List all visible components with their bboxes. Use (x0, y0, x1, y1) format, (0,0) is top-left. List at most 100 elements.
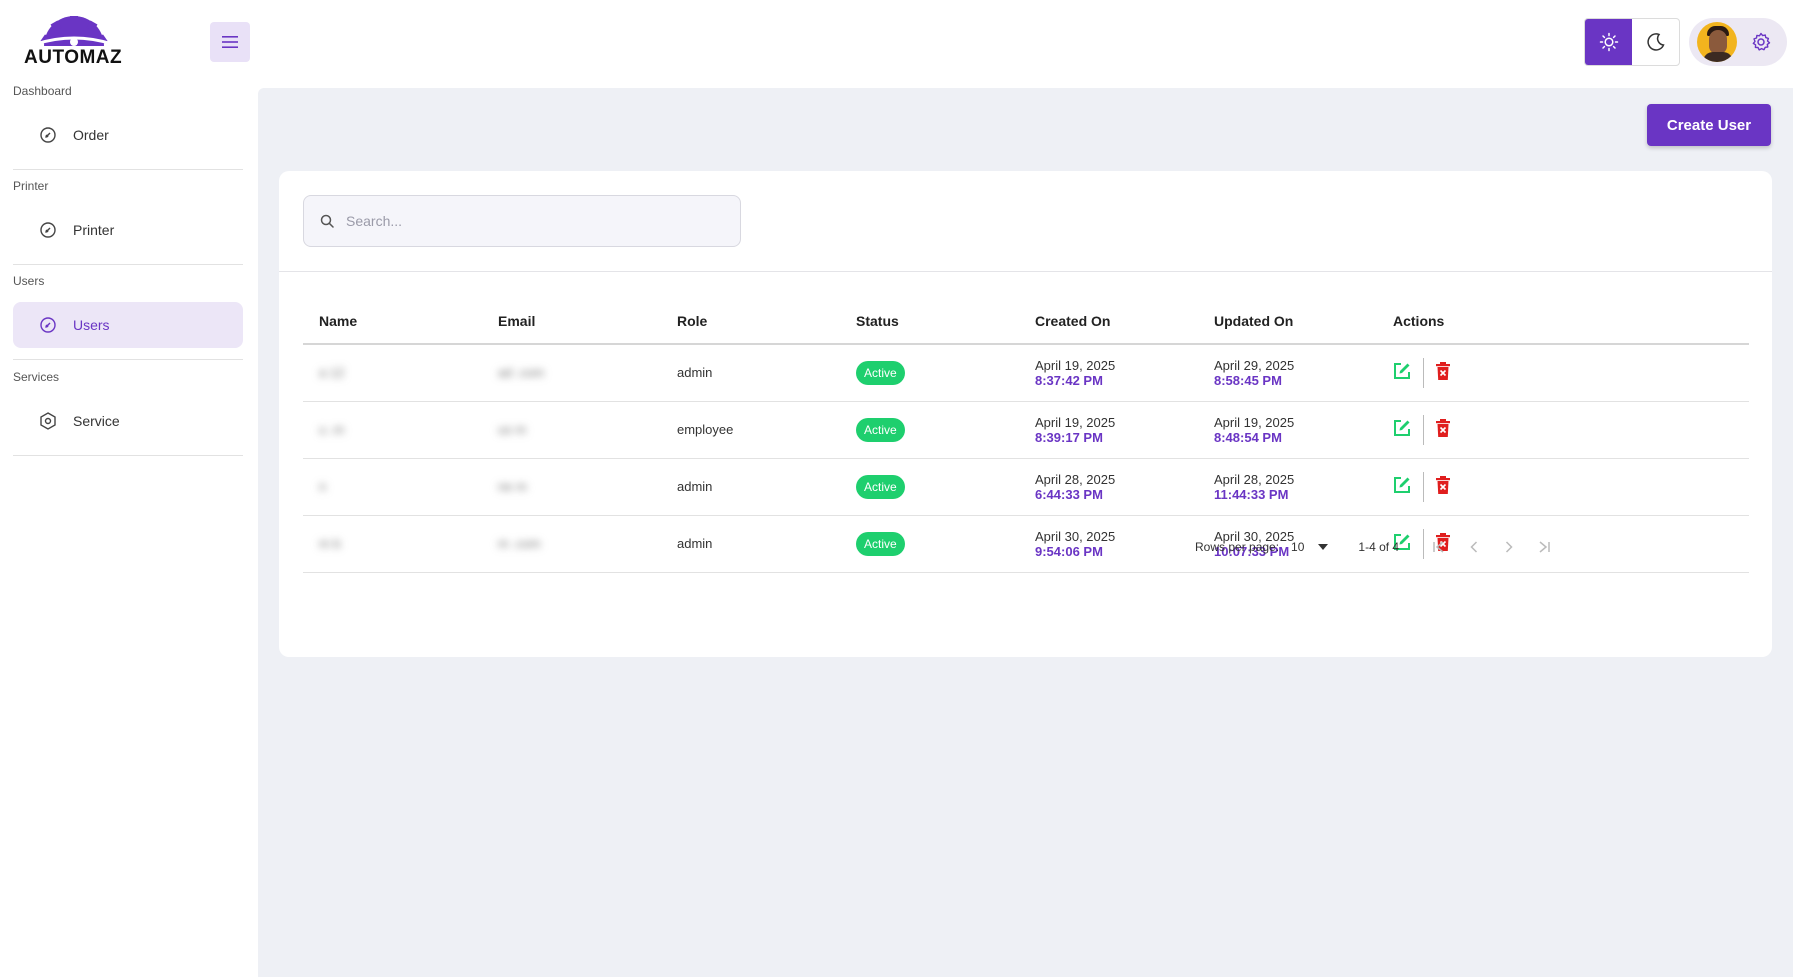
table-row: n ne m admin Active April 28, 2025 6:44:3… (303, 458, 1749, 516)
row-actions (1377, 401, 1749, 459)
user-role: admin (661, 344, 840, 402)
previous-page-button[interactable] (1456, 540, 1491, 554)
section-label: Printer (13, 179, 49, 193)
delete-button[interactable] (1436, 476, 1450, 497)
user-role: employee (661, 401, 840, 459)
sidebar: AUTOMAZ Dashboard Order Printer Printer … (0, 0, 258, 977)
column-header-created-on[interactable]: Created On (1019, 299, 1198, 345)
moon-icon (1646, 33, 1665, 51)
avatar[interactable] (1697, 22, 1737, 62)
sidebar-item-label: Service (73, 413, 120, 429)
sidebar-item-service[interactable]: Service (13, 398, 243, 444)
divider (279, 271, 1772, 272)
column-header-status[interactable]: Status (840, 299, 1019, 345)
created-on: April 30, 2025 9:54:06 PM (1019, 515, 1198, 573)
last-page-button[interactable] (1526, 540, 1561, 554)
nav-section-dashboard: Dashboard Order (13, 84, 243, 158)
user-status: Active (840, 515, 1019, 573)
page-range: 1-4 of 4 (1358, 540, 1400, 554)
edit-button[interactable] (1393, 476, 1411, 497)
rows-per-page-select[interactable]: 10 (1291, 540, 1329, 554)
gauge-icon (39, 126, 57, 144)
user-status: Active (840, 401, 1019, 459)
dark-mode-button[interactable] (1632, 19, 1679, 65)
user-name: m b (303, 515, 482, 573)
sidebar-item-printer[interactable]: Printer (13, 207, 243, 253)
nav-section-printer: Printer Printer (13, 179, 243, 253)
light-mode-button[interactable] (1585, 19, 1632, 65)
gear-logo-icon (35, 16, 113, 46)
user-role: admin (661, 458, 840, 516)
row-actions (1377, 458, 1749, 516)
edit-icon (1394, 420, 1410, 436)
hexagon-icon (39, 412, 57, 430)
updated-on: April 19, 2025 8:48:54 PM (1198, 401, 1377, 459)
column-header-role[interactable]: Role (661, 299, 840, 345)
created-on: April 28, 2025 6:44:33 PM (1019, 458, 1198, 516)
settings-button[interactable] (1751, 32, 1771, 52)
gauge-icon (39, 316, 57, 334)
brand-name: AUTOMAZ (24, 47, 123, 68)
status-badge: Active (856, 417, 905, 442)
status-badge: Active (856, 474, 905, 499)
sidebar-item-label: Users (73, 317, 110, 333)
user-email: ne m (482, 458, 661, 516)
divider (13, 455, 243, 456)
sidebar-item-order[interactable]: Order (13, 112, 243, 158)
user-email: m .com (482, 515, 661, 573)
nav-section-users: Users Users (13, 274, 243, 348)
section-label: Services (13, 370, 60, 384)
column-header-email[interactable]: Email (482, 299, 661, 345)
caret-down-icon (1318, 544, 1329, 550)
section-label: Users (13, 274, 45, 288)
created-on: April 19, 2025 8:37:42 PM (1019, 344, 1198, 402)
sidebar-item-label: Order (73, 127, 109, 143)
user-role: admin (661, 515, 840, 573)
user-name: n (303, 458, 482, 516)
pagination: Rows per page: 10 1-4 of 4 (1195, 531, 1755, 563)
user-email: ad .com (482, 344, 661, 402)
column-header-updated-on[interactable]: Updated On (1198, 299, 1377, 345)
search-icon (320, 214, 334, 228)
row-actions (1377, 344, 1749, 402)
theme-toggle (1584, 18, 1680, 66)
chevron-right-icon (1505, 541, 1513, 553)
user-name: u .m (303, 401, 482, 459)
divider (13, 359, 243, 360)
user-email: us m (482, 401, 661, 459)
sun-icon (1599, 32, 1618, 52)
create-user-button[interactable]: Create User (1647, 104, 1771, 146)
main-content: Create User Name Email Role Status Creat… (258, 88, 1793, 977)
edit-icon (1394, 363, 1410, 380)
trash-icon (1436, 362, 1450, 381)
brand-logo[interactable]: AUTOMAZ (24, 14, 124, 70)
updated-on: April 28, 2025 11:44:33 PM (1198, 458, 1377, 516)
first-page-icon (1432, 541, 1444, 553)
nav-section-services: Services Service (13, 370, 243, 444)
rows-per-page-label: Rows per page: (1195, 540, 1280, 554)
sidebar-item-users[interactable]: Users (13, 302, 243, 348)
user-name: a 12 (303, 344, 482, 402)
sidebar-item-label: Printer (73, 222, 115, 238)
hamburger-icon (222, 36, 238, 48)
column-header-name[interactable]: Name (303, 299, 482, 345)
delete-button[interactable] (1436, 362, 1450, 383)
section-label: Dashboard (13, 84, 72, 98)
search-box (303, 195, 741, 247)
search-input[interactable] (346, 213, 706, 229)
table-row: u .m us m employee Active April 19, 2025… (303, 401, 1749, 459)
table-row: a 12 ad .com admin Active April 19, 2025… (303, 344, 1749, 402)
last-page-icon (1539, 541, 1550, 553)
gear-icon (1752, 32, 1771, 51)
next-page-button[interactable] (1491, 540, 1526, 554)
edit-button[interactable] (1393, 362, 1411, 383)
edit-icon (1394, 477, 1410, 493)
divider (13, 264, 243, 265)
first-page-button[interactable] (1421, 540, 1456, 554)
profile-menu (1689, 18, 1787, 66)
trash-icon (1436, 476, 1450, 494)
delete-button[interactable] (1436, 419, 1450, 440)
table-header-row: Name Email Role Status Created On Update… (303, 299, 1749, 345)
menu-toggle-button[interactable] (210, 22, 250, 62)
edit-button[interactable] (1393, 419, 1411, 440)
